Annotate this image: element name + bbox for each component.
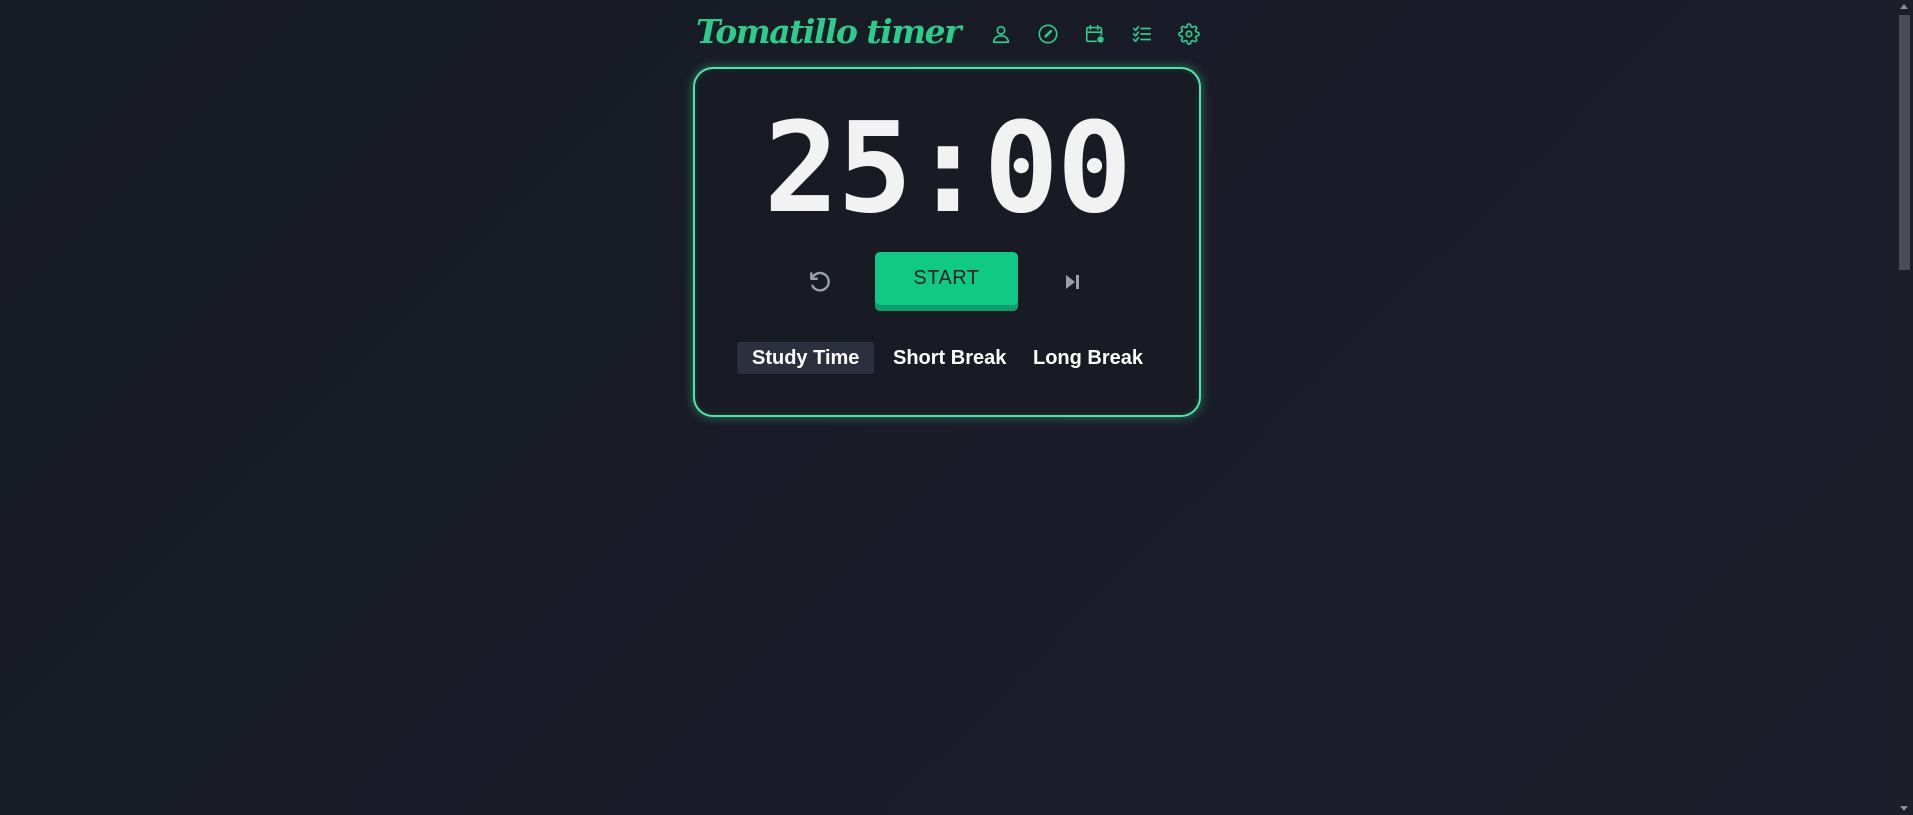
settings-button[interactable] — [1177, 22, 1201, 46]
reset-icon — [810, 271, 830, 292]
compass-icon — [1038, 24, 1058, 44]
skip-forward-icon — [1066, 275, 1079, 289]
scrollbar-thumb[interactable] — [1899, 15, 1910, 270]
checklist-icon — [1132, 25, 1152, 43]
profile-button[interactable] — [989, 22, 1013, 46]
tab-short-break[interactable]: Short Break — [878, 342, 1021, 374]
mode-tabs: Study Time Short Break Long Break — [695, 342, 1199, 374]
reset-button[interactable] — [807, 269, 833, 295]
user-icon — [992, 25, 1010, 44]
calendar-button[interactable] — [1083, 22, 1107, 46]
time-display: 25:00 — [763, 96, 1132, 241]
app-logo[interactable]: Tomatillo timer — [696, 12, 962, 51]
timer-card: 25:00 START Study Time Short Break Long … — [693, 67, 1201, 417]
tab-study-time[interactable]: Study Time — [737, 342, 875, 374]
timer-controls: START — [695, 252, 1199, 312]
timer-app: Tomatillo timer 25:00 START Study Time S… — [693, 0, 1201, 417]
calendar-icon — [1085, 24, 1105, 44]
nav-bar — [989, 22, 1201, 46]
header: Tomatillo timer — [693, 0, 1201, 67]
tasks-button[interactable] — [1130, 22, 1154, 46]
start-button[interactable]: START — [875, 252, 1018, 311]
skip-button[interactable] — [1060, 270, 1084, 294]
scroll-down-icon[interactable] — [1900, 806, 1908, 811]
scroll-up-icon[interactable] — [1900, 4, 1908, 9]
explore-button[interactable] — [1036, 22, 1060, 46]
tab-long-break[interactable]: Long Break — [1018, 342, 1158, 374]
vertical-scrollbar[interactable] — [1896, 0, 1913, 815]
gear-icon — [1178, 23, 1200, 45]
